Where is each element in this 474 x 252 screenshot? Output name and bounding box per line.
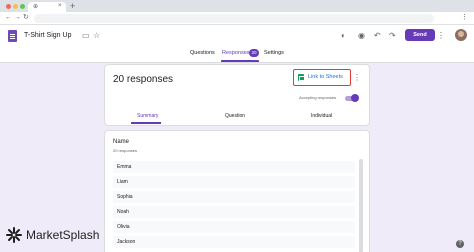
preview-icon[interactable]: ◉ — [358, 31, 365, 40]
forward-icon[interactable]: → — [14, 14, 21, 22]
undo-icon[interactable]: ↶ — [374, 31, 381, 40]
link-to-sheets-button[interactable]: Link to Sheets — [295, 71, 349, 84]
accepting-responses-label: Accepting responses — [299, 95, 337, 100]
marketsplash-watermark: MarketSplash — [6, 225, 136, 245]
answer-text: Sophia — [117, 194, 133, 200]
tab-close-icon[interactable]: × — [58, 3, 62, 9]
address-bar[interactable] — [34, 14, 434, 23]
tab-questions[interactable]: Questions — [190, 50, 215, 57]
palette-icon[interactable]: ◐ — [341, 31, 346, 40]
answer-text: Liam — [117, 179, 128, 185]
list-item: Sophia — [113, 191, 355, 203]
tab-summary[interactable]: Summary — [137, 113, 158, 119]
tab-settings[interactable]: Settings — [264, 50, 284, 57]
list-item: Noah — [113, 206, 355, 218]
redo-icon[interactable]: ↷ — [389, 31, 396, 40]
responses-count-heading: 20 responses — [113, 74, 174, 85]
forms-header: T-Shirt Sign Up ▭ ☆ ◐ ◉ ↶ ↷ Send ⋮ Quest… — [0, 25, 474, 63]
question-summary-card: Name 20 responses Emma Liam Sophia Noah … — [104, 130, 370, 252]
new-tab-icon[interactable]: + — [70, 1, 75, 11]
responses-summary-card: 20 responses Link to Sheets ⋮ Accepting … — [104, 64, 370, 126]
form-tabs: Questions Responses 20 Settings — [0, 47, 474, 63]
summary-tab-indicator — [131, 122, 161, 124]
browser-tab-strip: ⊕ × + — [0, 0, 474, 12]
answers-scrollbar[interactable] — [359, 159, 363, 252]
help-icon[interactable]: ? — [456, 240, 464, 248]
responses-more-icon[interactable]: ⋮ — [353, 73, 361, 82]
list-item: Jackson — [113, 236, 355, 248]
list-item: Olivia — [113, 221, 355, 233]
list-item: Emma — [113, 161, 355, 173]
tab-question[interactable]: Question — [225, 113, 245, 119]
link-to-sheets-label: Link to Sheets — [308, 74, 343, 80]
maximize-window-dot[interactable] — [20, 4, 25, 9]
forms-logo-icon[interactable] — [8, 30, 17, 42]
toggle-knob[interactable] — [351, 94, 359, 102]
form-title[interactable]: T-Shirt Sign Up — [24, 31, 71, 40]
tab-responses[interactable]: Responses — [222, 50, 250, 57]
active-tab-indicator — [221, 60, 259, 62]
avatar[interactable] — [455, 29, 467, 41]
browser-tab[interactable]: ⊕ × — [28, 2, 66, 12]
tab-individual[interactable]: Individual — [311, 113, 332, 119]
marketsplash-brand-text: MarketSplash — [26, 228, 100, 242]
browser-toolbar: ← → ↻ ⋮ — [0, 12, 474, 25]
back-icon[interactable]: ← — [5, 14, 12, 22]
answer-text: Emma — [117, 164, 132, 170]
browser-menu-icon[interactable]: ⋮ — [461, 13, 468, 21]
folder-icon[interactable]: ▭ — [82, 31, 90, 40]
tab-favicon-icon: ⊕ — [33, 4, 39, 10]
close-window-dot[interactable] — [6, 4, 11, 9]
star-icon[interactable]: ☆ — [93, 31, 100, 40]
question-title: Name — [113, 139, 130, 145]
send-button[interactable]: Send — [405, 29, 435, 41]
question-response-count: 20 responses — [113, 148, 138, 153]
sheets-icon — [298, 74, 305, 81]
marketsplash-logo-icon — [6, 227, 22, 243]
minimize-window-dot[interactable] — [13, 4, 18, 9]
list-item: Liam — [113, 176, 355, 188]
answer-text: Noah — [117, 209, 129, 215]
responses-count-badge: 20 — [249, 49, 259, 57]
more-options-icon[interactable]: ⋮ — [437, 31, 445, 40]
reload-icon[interactable]: ↻ — [23, 14, 29, 22]
